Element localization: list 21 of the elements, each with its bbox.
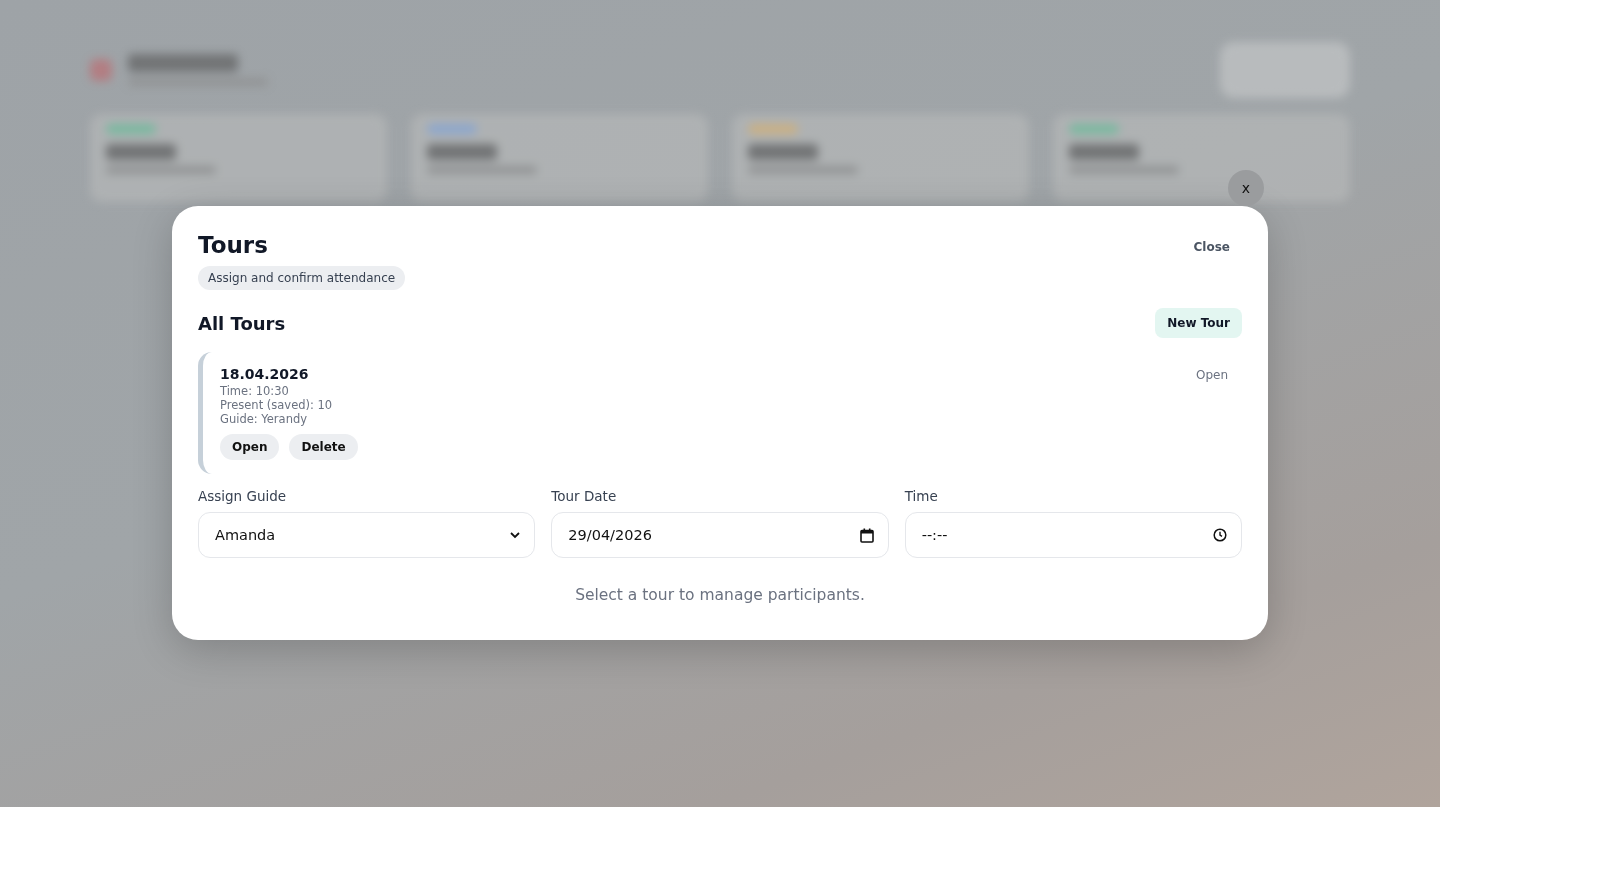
clock-icon [1213,528,1227,542]
tour-status: Open [1195,367,1228,382]
dialog-title: Tours [198,232,268,258]
tour-detail: Time: 10:30 [220,384,290,398]
subtitle-chip: Assign and confirm attendance [198,266,406,290]
tour-detail: Present (saved): 10 [220,398,334,412]
empty-message: Select a tour to manage participants. [574,586,866,604]
new-tour-button[interactable]: New Tour [1155,308,1242,338]
tour-detail: Guide: Yerandy [220,412,309,426]
field-label: Assign Guide [198,488,287,504]
tour-action-button[interactable]: Delete [289,434,358,460]
guide-select[interactable]: Amanda [198,512,536,558]
tour-action-button[interactable]: Open [220,434,280,460]
calendar-icon [859,527,874,543]
date-field[interactable]: 29/04/2026 [551,512,889,558]
field-label: Tour Date [551,488,617,504]
field-label: Time [904,488,938,504]
tour-date: 18.04.2026 [220,366,310,382]
time-field[interactable]: --:-- [904,512,1242,558]
chevron-down-icon [510,531,521,539]
section-heading: All Tours [198,312,286,334]
